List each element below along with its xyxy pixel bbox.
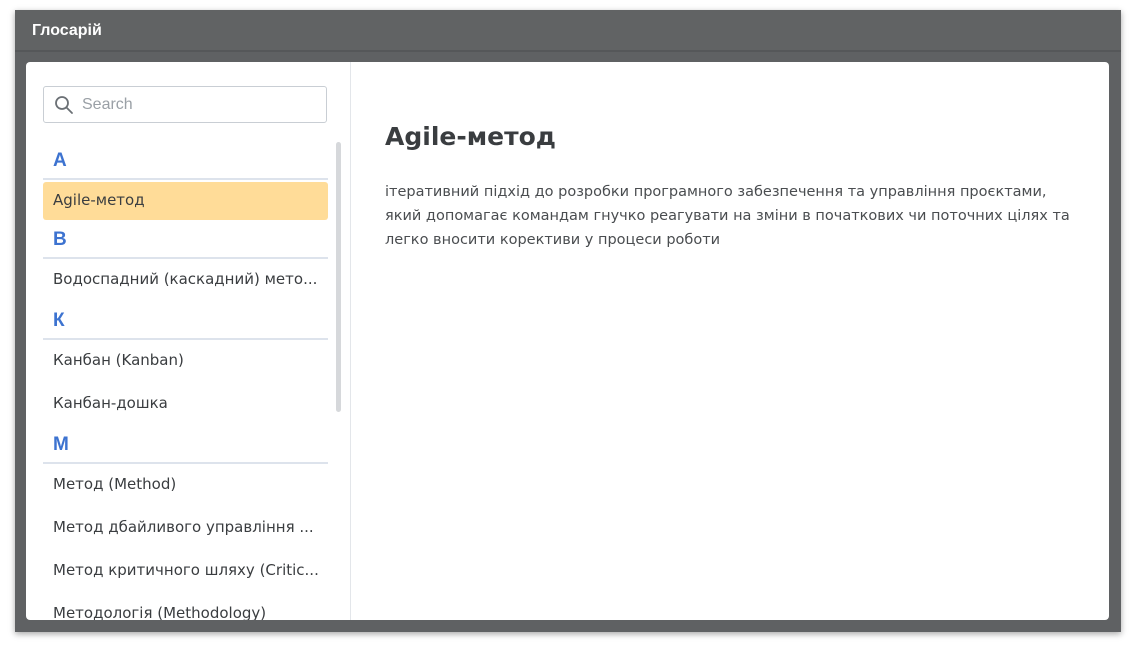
glossary-panel: A Agile-метод В Водоспадний (каскадний) … [26, 62, 1109, 620]
term-detail: Agile-метод ітеративний підхід до розроб… [385, 62, 1085, 620]
search-box[interactable] [43, 86, 327, 123]
term-definition: ітеративний підхід до розробки програмно… [385, 184, 1070, 248]
glossary-sidebar: A Agile-метод В Водоспадний (каскадний) … [26, 62, 351, 620]
letter-header-v: В [43, 221, 328, 259]
glossary-item-careful-management[interactable]: Метод дбайливого управління ... [43, 509, 328, 550]
glossary-item-kanban[interactable]: Канбан (Kanban) [43, 342, 328, 383]
search-input[interactable] [82, 87, 318, 122]
glossary-item-method[interactable]: Метод (Method) [43, 466, 328, 507]
letter-header-k: К [43, 302, 328, 340]
search-icon [54, 95, 74, 115]
window-title: Глосарій [15, 10, 1121, 52]
glossary-item-agile[interactable]: Agile-метод [43, 182, 328, 220]
letter-header-m: М [43, 426, 328, 464]
term-title: Agile-метод [385, 122, 556, 151]
glossary-item-methodology[interactable]: Методологія (Methodology) [43, 595, 328, 620]
letter-header-a: A [43, 142, 328, 180]
list-scrollbar-thumb[interactable] [336, 142, 341, 412]
glossary-list[interactable]: A Agile-метод В Водоспадний (каскадний) … [43, 142, 328, 620]
glossary-item-critical-path[interactable]: Метод критичного шляху (Critic... [43, 552, 328, 593]
glossary-item-waterfall[interactable]: Водоспадний (каскадний) мето... [43, 261, 328, 302]
glossary-window: Глосарій A Agile-метод В Водоспадний (ка… [15, 10, 1121, 632]
glossary-item-kanban-board[interactable]: Канбан-дошка [43, 385, 328, 426]
list-scrollbar[interactable] [336, 142, 342, 412]
